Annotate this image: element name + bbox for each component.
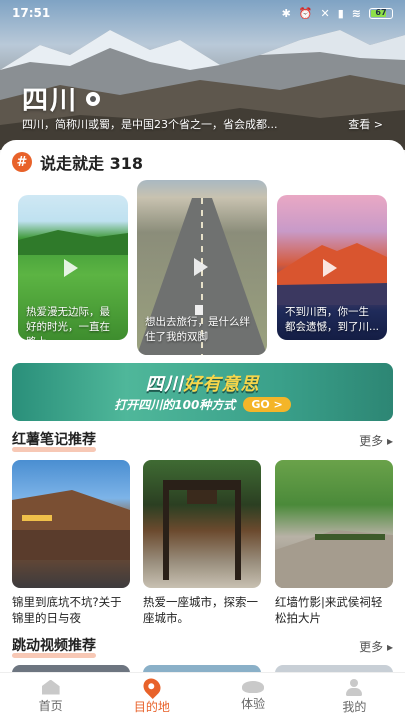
alarm-icon: ⏰ (298, 6, 313, 20)
signal-icon: ▮ (337, 6, 344, 20)
more-link[interactable]: 更多 ▸ (359, 432, 393, 449)
go-button[interactable]: GO > (243, 397, 291, 412)
promo-banner[interactable]: 四川好有意思 打开四川的100种方式 GO > (12, 363, 393, 421)
status-bar: 17:51 ✱ ⏰ ✕ ▮ ≋ 67 (0, 0, 405, 26)
mute-icon: ✕ (320, 6, 330, 20)
user-icon (346, 678, 363, 696)
video-card[interactable]: 热爱漫无边际，最好的时光，一直在路上 (18, 195, 128, 340)
video-caption: 想出去旅行，是什么绊住了我的双脚 (145, 316, 250, 343)
video-caption: 不到川西，你一生都会遗憾，到了川... (285, 306, 380, 333)
play-icon (194, 258, 208, 276)
note-title: 热爱一座城市，探索一座城市。 (143, 595, 258, 625)
bluetooth-icon: ✱ (281, 6, 291, 20)
nav-destination[interactable]: 目的地 (101, 673, 202, 720)
note-title: 锦里到底坑不坑?关于锦里的日与夜 (12, 595, 122, 625)
status-time: 17:51 (12, 6, 51, 20)
banner-title: 四川好有意思 (145, 374, 260, 395)
video-card[interactable]: 想出去旅行，是什么绊住了我的双脚 (137, 180, 267, 355)
battery-icon: 67 (369, 7, 393, 19)
more-link[interactable]: 更多 ▸ (359, 638, 393, 655)
home-icon (41, 679, 60, 695)
experience-icon (242, 681, 265, 693)
nav-home[interactable]: 首页 (0, 673, 101, 720)
region-name: 四川 (22, 86, 79, 116)
bottom-nav: 首页 目的地 体验 我的 (0, 672, 405, 720)
nav-mine[interactable]: 我的 (304, 673, 405, 720)
section-header-318: # 说走就走 318 (12, 150, 143, 174)
note-title: 红墙竹影|来武侯祠轻松拍大片 (275, 595, 383, 625)
section-title: 红薯笔记推荐 (12, 429, 96, 452)
region-description: 四川，简称川或蜀，是中国23个省之一，省会成都... (22, 118, 278, 131)
note-card[interactable]: 热爱一座城市，探索一座城市。 (143, 460, 261, 626)
content-sheet: # 说走就走 318 热爱漫无边际，最好的时光，一直在路上 想出去旅行，是什么绊… (0, 140, 405, 685)
section-title: 说走就走 318 (40, 154, 143, 173)
note-image (12, 460, 130, 588)
hero-banner[interactable]: 17:51 ✱ ⏰ ✕ ▮ ≋ 67 四川 四川，简称川或蜀，是中国23个省之一… (0, 0, 405, 150)
note-card[interactable]: 红墙竹影|来武侯祠轻松拍大片 (275, 460, 393, 626)
video-card[interactable]: 不到川西，你一生都会遗憾，到了川... (277, 195, 387, 340)
video-caption: 热爱漫无边际，最好的时光，一直在路上 (26, 306, 110, 340)
section-title: 跳动视频推荐 (12, 635, 96, 658)
note-image (275, 460, 393, 588)
location-icon[interactable] (86, 91, 101, 106)
play-icon (323, 259, 337, 277)
page-title: 四川 (22, 80, 101, 117)
view-more-link[interactable]: 查看 > (348, 116, 383, 132)
play-icon (64, 259, 78, 277)
note-image (143, 460, 261, 588)
location-pin-icon (139, 674, 164, 700)
hashtag-icon: # (12, 152, 32, 172)
notes-section-header: 红薯笔记推荐 更多 ▸ (12, 429, 393, 452)
video-section-header: 跳动视频推荐 更多 ▸ (12, 635, 393, 658)
banner-subtitle: 打开四川的100种方式 (114, 398, 236, 412)
wifi-icon: ≋ (351, 6, 361, 20)
note-card[interactable]: 锦里到底坑不坑?关于锦里的日与夜 (12, 460, 130, 626)
nav-experience[interactable]: 体验 (203, 673, 304, 720)
